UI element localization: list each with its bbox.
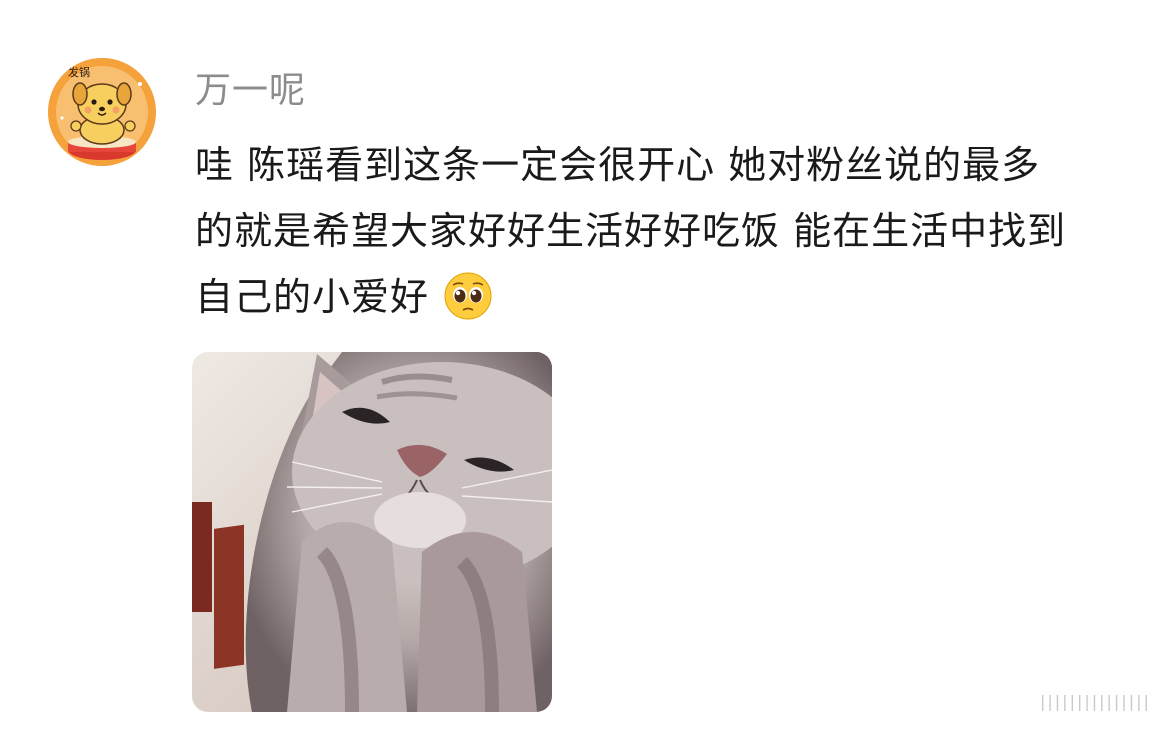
pleading-face-emoji-icon	[443, 271, 493, 321]
cat-photo-image[interactable]	[192, 352, 552, 712]
avatar-badge-text: 发锅	[68, 65, 90, 79]
comment-text-line: 哇 陈瑶看到这条一定会很开心 她对粉丝说的最多	[195, 143, 1041, 187]
comment-card: 发锅 万一呢 哇 陈瑶看到这条一定会很开心 她对粉丝说的最多 的就是希望大家好好…	[0, 0, 1170, 729]
comment-text-line-content: 自己的小爱好	[195, 275, 430, 319]
comment-text: 哇 陈瑶看到这条一定会很开心 她对粉丝说的最多 的就是希望大家好好生活好好吃饭 …	[195, 132, 1135, 330]
cat-icon	[192, 352, 552, 712]
user-avatar[interactable]: 发锅	[48, 58, 156, 166]
comment-text-line: 的就是希望大家好好生活好好吃饭 能在生活中找到	[195, 209, 1067, 253]
watermark: |||||||||||||||	[1040, 692, 1151, 711]
username[interactable]: 万一呢	[195, 68, 306, 114]
comment-text-line: 自己的小爱好	[195, 264, 1135, 330]
dog-cartoon-icon: 发锅	[48, 58, 156, 166]
